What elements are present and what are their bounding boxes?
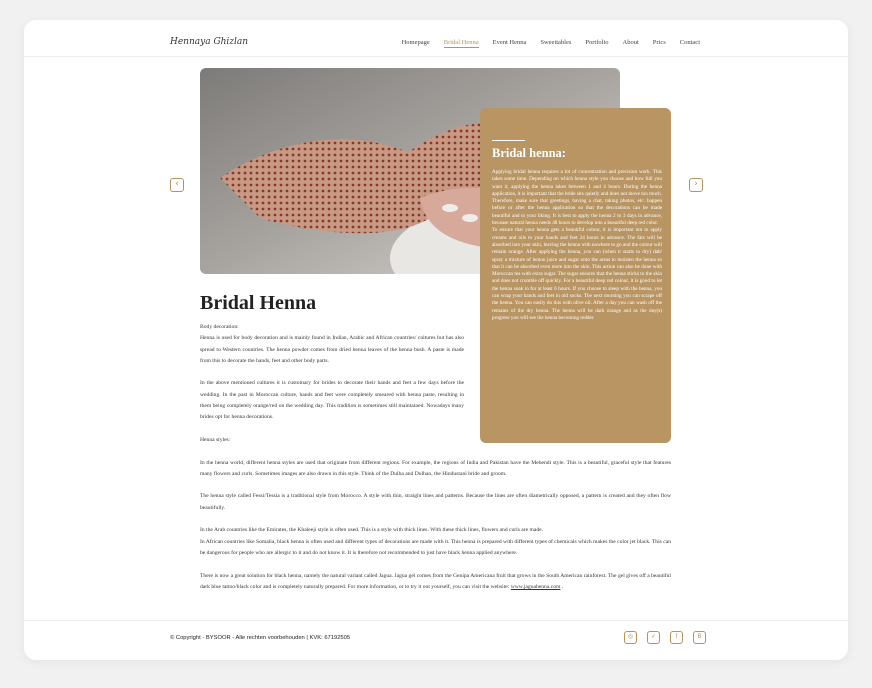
nav-item-prics[interactable]: Prics <box>653 39 666 48</box>
article-paragraph: In the Arab countries like the Emirates,… <box>200 527 544 534</box>
chevron-right-icon: › <box>694 179 698 189</box>
behance-icon[interactable]: B <box>693 631 706 644</box>
nav-item-sweettables[interactable]: Sweettables <box>540 39 571 48</box>
page-card: Hennaya Ghizlan Homepage Bridal Henna Even… <box>24 20 848 660</box>
jagua-website-link[interactable]: www.jaguahenna.com <box>511 584 561 590</box>
panel-paragraph-2: To ensure that your henna gets a beautif… <box>492 227 662 321</box>
link-suffix: . <box>560 583 564 590</box>
instagram-icon[interactable]: ◎ <box>624 631 637 644</box>
site-logo[interactable]: Hennaya Ghizlan <box>170 37 248 47</box>
article-paragraph: In the above mentioned cultures it is cu… <box>200 380 464 421</box>
site-footer: © Copyright - BYSOOR - Alle rechten voor… <box>24 620 848 660</box>
article-paragraph: In African countries like Somalia, black… <box>200 538 671 556</box>
article-paragraph: Henna is used for body decoration and is… <box>200 335 464 364</box>
article-paragraph-jagua: There is now a great solution for black … <box>200 571 671 594</box>
nav-item-about[interactable]: About <box>623 39 639 48</box>
carousel-next-button[interactable]: › <box>689 178 703 192</box>
copyright-text: © Copyright - BYSOOR - Alle rechten voor… <box>170 635 351 641</box>
panel-paragraph-1: Applying bridal henna requires a lot of … <box>492 169 662 227</box>
chevron-left-icon: ‹ <box>175 179 179 189</box>
twitter-icon[interactable]: ✓ <box>647 631 660 644</box>
site-header: Hennaya Ghizlan Homepage Bridal Henna Even… <box>24 20 848 57</box>
page-title: Bridal Henna <box>200 292 317 314</box>
social-links: ◎ ✓ f B <box>624 631 706 644</box>
panel-title: Bridal henna: <box>492 146 566 160</box>
nav-item-homepage[interactable]: Homepage <box>402 39 430 48</box>
henna-styles-heading: Henna styles: <box>200 436 231 443</box>
body-decoration-heading: Body decoration: <box>200 324 239 330</box>
nav-item-bridal-henna[interactable]: Bridal Henna <box>443 39 479 48</box>
nav-item-portfolio[interactable]: Portfolio <box>585 39 608 48</box>
panel-divider <box>492 140 525 141</box>
article-paragraph: The henna style called Fessi/Tessia is a… <box>200 493 671 511</box>
facebook-icon[interactable]: f <box>670 631 683 644</box>
nav-item-contact[interactable]: Contact <box>680 39 700 48</box>
article-body: Body decoration: Henna is used for body … <box>200 322 671 593</box>
article-paragraph: In the henna world, different henna styl… <box>200 459 671 477</box>
carousel-prev-button[interactable]: ‹ <box>170 178 184 192</box>
nav-item-event-henna[interactable]: Event Henna <box>493 39 527 48</box>
main-nav: Homepage Bridal Henna Event Henna Sweettabl… <box>402 39 700 48</box>
jagua-text: There is now a great solution for black … <box>200 572 671 590</box>
panel-text: Applying bridal henna requires a lot of … <box>492 169 662 322</box>
